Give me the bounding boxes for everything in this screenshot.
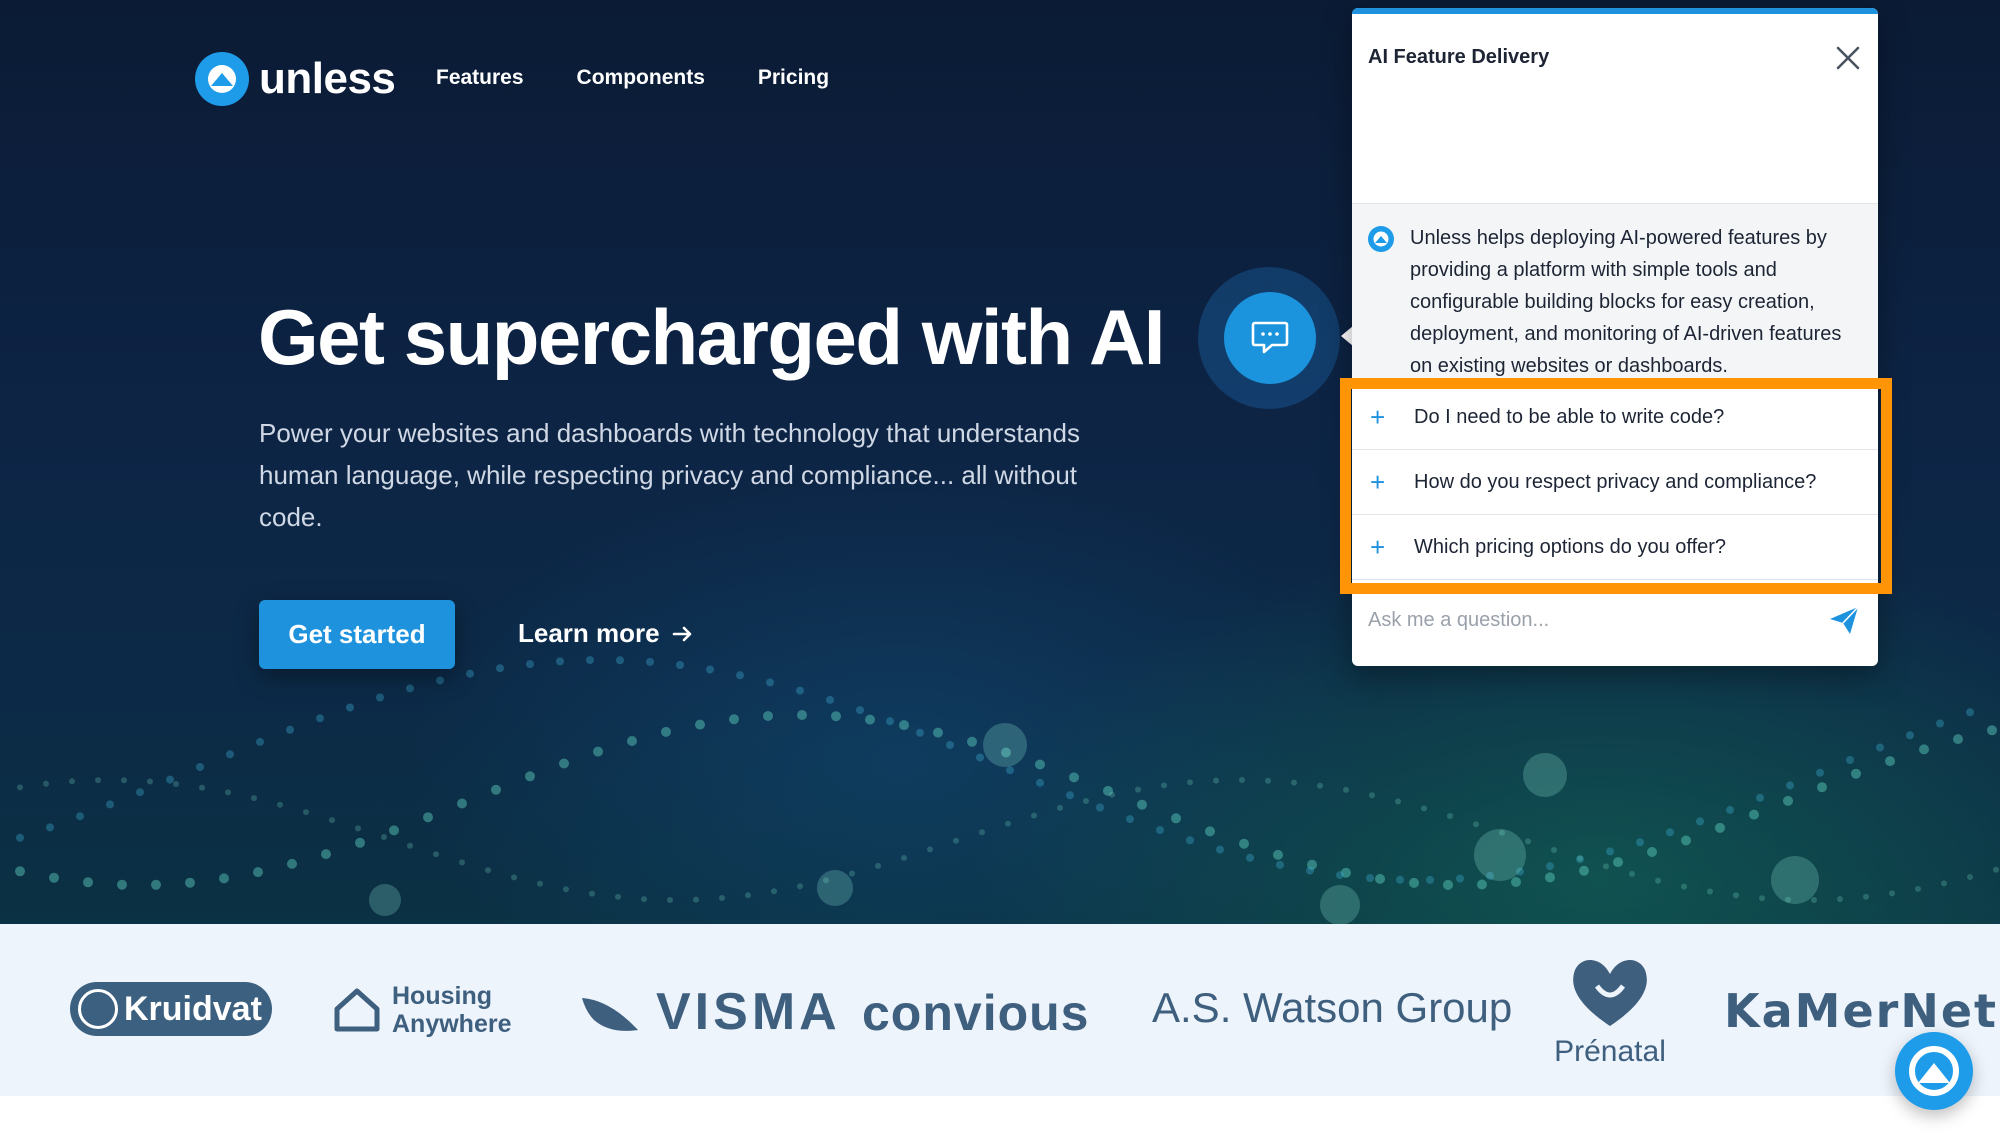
nav-pricing[interactable]: Pricing [758,66,829,90]
hero-title: Get supercharged with AI [258,293,1165,381]
floating-assistant-button[interactable] [1895,1032,1973,1110]
logo-prenatal: Prénatal [1550,954,1670,1069]
visma-swoosh-icon [582,998,638,1031]
hero-subtitle: Power your websites and dashboards with … [259,418,1080,532]
send-icon[interactable] [1826,602,1862,638]
logo-kamernet: KaMerNet [1724,984,1999,1038]
housing-wordmark-line2: Anywhere [392,1010,512,1038]
page-bottom-area [0,1096,2000,1136]
prenatal-wordmark: Prénatal [1554,1035,1666,1068]
nav-features[interactable]: Features [436,66,524,90]
customer-logo-strip: Kruidvat Housing Anywhere VISMA convious… [0,924,2000,1096]
brand-logo[interactable]: unless [195,52,396,106]
chat-launcher-button[interactable] [1224,292,1316,384]
logo-housing-anywhere: Housing Anywhere [332,982,511,1038]
logo-as-watson: A.S. Watson Group [1152,984,1513,1031]
arrow-right-icon [672,626,691,641]
visma-wordmark: VISMA [656,983,841,1041]
nav-components[interactable]: Components [577,66,705,90]
heart-icon [1573,959,1647,1026]
learn-more-label: Learn more [518,618,660,648]
ask-question-input[interactable] [1368,600,1808,640]
logo-kruidvat: Kruidvat [70,982,272,1036]
get-started-button[interactable]: Get started [259,600,455,669]
kruidvat-mark-icon [78,989,118,1029]
learn-more-link[interactable]: Learn more [518,618,694,649]
panel-header: AI Feature Delivery [1352,14,1878,204]
brand-name: unless [259,54,396,103]
logo-visma: VISMA [580,982,841,1042]
faq-highlight-box [1340,378,1892,594]
assistant-answer: Unless helps deploying AI-powered featur… [1352,204,1878,384]
kruidvat-wordmark: Kruidvat [124,989,262,1028]
housing-wordmark-line1: Housing [392,982,492,1010]
chat-bubble-icon [1251,321,1289,354]
answer-text: Unless helps deploying AI-powered featur… [1410,227,1842,377]
main-nav: Features Components Pricing [436,66,829,90]
unless-logo-icon [195,52,249,106]
assistant-avatar-icon [1368,226,1394,252]
unless-logo-icon [1909,1046,1959,1096]
logo-convious: convious [862,985,1090,1041]
panel-title: AI Feature Delivery [1368,46,1550,68]
close-icon[interactable] [1832,42,1864,74]
house-icon [334,988,380,1032]
